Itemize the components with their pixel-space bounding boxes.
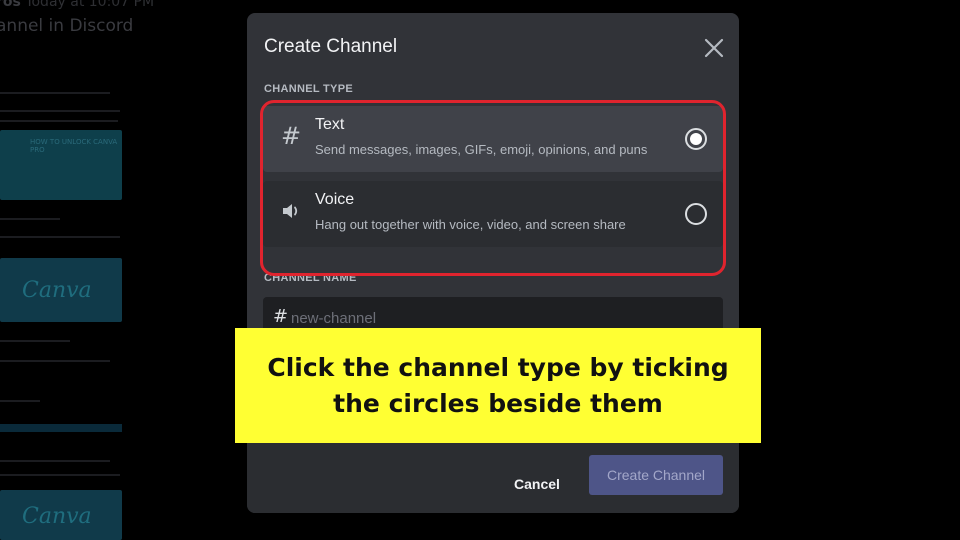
create-channel-button[interactable]: Create Channel — [589, 455, 723, 495]
background-text-line — [0, 460, 110, 462]
background-text-line — [0, 92, 110, 94]
background-thumbnail: Canva — [0, 258, 122, 322]
background-text-line — [0, 360, 110, 362]
channel-type-label: CHANNEL TYPE — [264, 83, 353, 95]
instruction-text: Click the channel type by ticking the ci… — [267, 352, 729, 418]
background-thumbnail: HOW TO UNLOCK CANVA PRO — [0, 130, 122, 200]
close-icon[interactable] — [701, 35, 727, 61]
background-thumbnail-logo: Canva — [22, 504, 92, 529]
background-text-line — [0, 400, 40, 402]
background-text-line — [0, 120, 118, 122]
background-thumbnail-caption: HOW TO UNLOCK CANVA PRO — [30, 138, 118, 154]
modal-title: Create Channel — [264, 36, 398, 57]
highlight-box — [260, 100, 726, 276]
background-strip — [0, 424, 122, 432]
modal-footer: Cancel Create Channel — [247, 443, 739, 513]
background-text-line — [0, 218, 60, 220]
background-thumbnail: Canva — [0, 490, 122, 540]
background-text-line — [0, 474, 120, 476]
background-username: ros — [0, 0, 21, 10]
instruction-callout: Click the channel type by ticking the ci… — [235, 328, 761, 443]
background-thumbnail-logo: Canva — [22, 278, 92, 303]
background-text-line — [0, 110, 120, 112]
background-text-line — [0, 236, 120, 238]
cancel-button[interactable]: Cancel — [497, 465, 577, 503]
background-message-title: annel in Discord — [0, 16, 134, 36]
background-message-header: ros Today at 10:07 PM — [0, 0, 154, 10]
background-text-line — [0, 340, 70, 342]
hash-icon: # — [273, 306, 289, 327]
background-timestamp: Today at 10:07 PM — [25, 0, 155, 10]
